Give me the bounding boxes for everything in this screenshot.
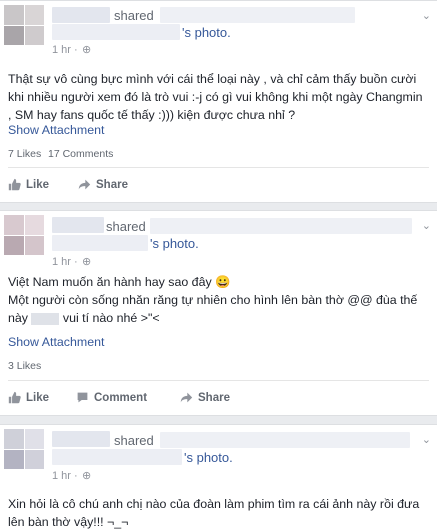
shared-target-redacted[interactable]: [160, 432, 410, 448]
post-text-line: Thật sự vô cùng bực mình với cái thể loạ…: [8, 72, 417, 86]
post-text-line: , SM hay fans quốc tế thấy :))) kiện đượ…: [8, 108, 296, 122]
shared-label: shared: [106, 219, 146, 234]
shared-label: shared: [114, 8, 154, 23]
like-button[interactable]: Like: [8, 178, 49, 191]
globe-icon: ⊕: [82, 44, 92, 56]
globe-icon: ⊕: [82, 256, 92, 268]
feed-gap: [0, 416, 437, 424]
avatar[interactable]: [4, 215, 44, 255]
shared-target-redacted[interactable]: [160, 7, 355, 23]
chevron-down-icon[interactable]: ⌄: [422, 219, 431, 232]
like-label: Like: [26, 391, 50, 404]
likes-count[interactable]: 7 Likes: [8, 148, 41, 160]
divider: [8, 380, 429, 381]
share-label: Share: [198, 391, 230, 404]
author-name-redacted[interactable]: [52, 7, 110, 23]
photo-link[interactable]: 's photo.: [182, 25, 231, 40]
photo-owner-redacted[interactable]: [52, 235, 148, 251]
post-text-line: khi nhiều người xem đó là trò vui :-j có…: [8, 90, 423, 104]
post-text-line: Xin hỏi là cô chú anh chị nào của đoàn l…: [8, 497, 420, 511]
post-text-line: Việt Nam muốn ăn hành hay sao đây 😀: [8, 275, 231, 289]
show-attachment-link[interactable]: Show Attachment: [8, 123, 104, 137]
post-1: shared 's photo. 1 hr · ⊕ ⌄ Thật sự vô c…: [0, 0, 437, 203]
post-2: shared 's photo. 1 hr · ⊕ ⌄ Việt Nam muố…: [0, 210, 437, 416]
comments-count[interactable]: 17 Comments: [48, 148, 113, 160]
thumbs-up-icon: [8, 178, 21, 191]
share-arrow-icon: [180, 392, 193, 403]
like-button[interactable]: Like: [8, 391, 49, 404]
likes-count[interactable]: 3 Likes: [8, 360, 41, 372]
avatar[interactable]: [4, 429, 44, 469]
photo-owner-redacted[interactable]: [52, 24, 180, 40]
post-text: Xin hỏi là cô chú anh chị nào của đoàn l…: [8, 495, 431, 531]
show-attachment-link[interactable]: Show Attachment: [8, 335, 104, 349]
share-arrow-icon: [78, 179, 91, 190]
like-label: Like: [26, 178, 50, 191]
photo-link[interactable]: 's photo.: [184, 450, 233, 465]
comment-icon: [77, 392, 88, 403]
post-text: Thật sự vô cùng bực mình với cái thể loạ…: [8, 70, 431, 124]
photo-link[interactable]: 's photo.: [150, 236, 199, 251]
share-button[interactable]: Share: [78, 178, 128, 191]
author-name-redacted[interactable]: [52, 431, 110, 447]
globe-icon: ⊕: [82, 470, 92, 482]
post-text: Việt Nam muốn ăn hành hay sao đây 😀 Một …: [8, 273, 431, 327]
feed-gap: [0, 203, 437, 210]
share-label: Share: [96, 178, 128, 191]
author-name-redacted[interactable]: [52, 217, 104, 233]
timestamp[interactable]: 1 hr ·: [52, 470, 78, 482]
chevron-down-icon[interactable]: ⌄: [422, 433, 431, 446]
thumbs-up-icon: [8, 391, 21, 404]
divider: [8, 167, 429, 168]
chevron-down-icon[interactable]: ⌄: [422, 9, 431, 22]
timestamp[interactable]: 1 hr ·: [52, 44, 78, 56]
avatar[interactable]: [4, 5, 44, 45]
post-text-line: Một người còn sống nhăn răng tự nhiên ch…: [8, 293, 418, 307]
shared-label: shared: [114, 433, 154, 448]
post-text-line: này vui tí nào nhé >"<: [8, 311, 160, 325]
post-text-line: lên bàn thờ vậy!!! ¬_¬: [8, 515, 129, 529]
photo-owner-redacted[interactable]: [52, 449, 182, 465]
comment-label: Comment: [94, 391, 148, 404]
timestamp[interactable]: 1 hr ·: [52, 256, 78, 268]
post-3: shared 's photo. 1 hr · ⊕ ⌄ Xin hỏi là c…: [0, 424, 437, 531]
share-button[interactable]: Share: [180, 391, 230, 404]
shared-target-redacted[interactable]: [150, 218, 412, 234]
comment-button[interactable]: Comment: [76, 391, 147, 404]
tagged-name-redacted[interactable]: [31, 312, 60, 325]
